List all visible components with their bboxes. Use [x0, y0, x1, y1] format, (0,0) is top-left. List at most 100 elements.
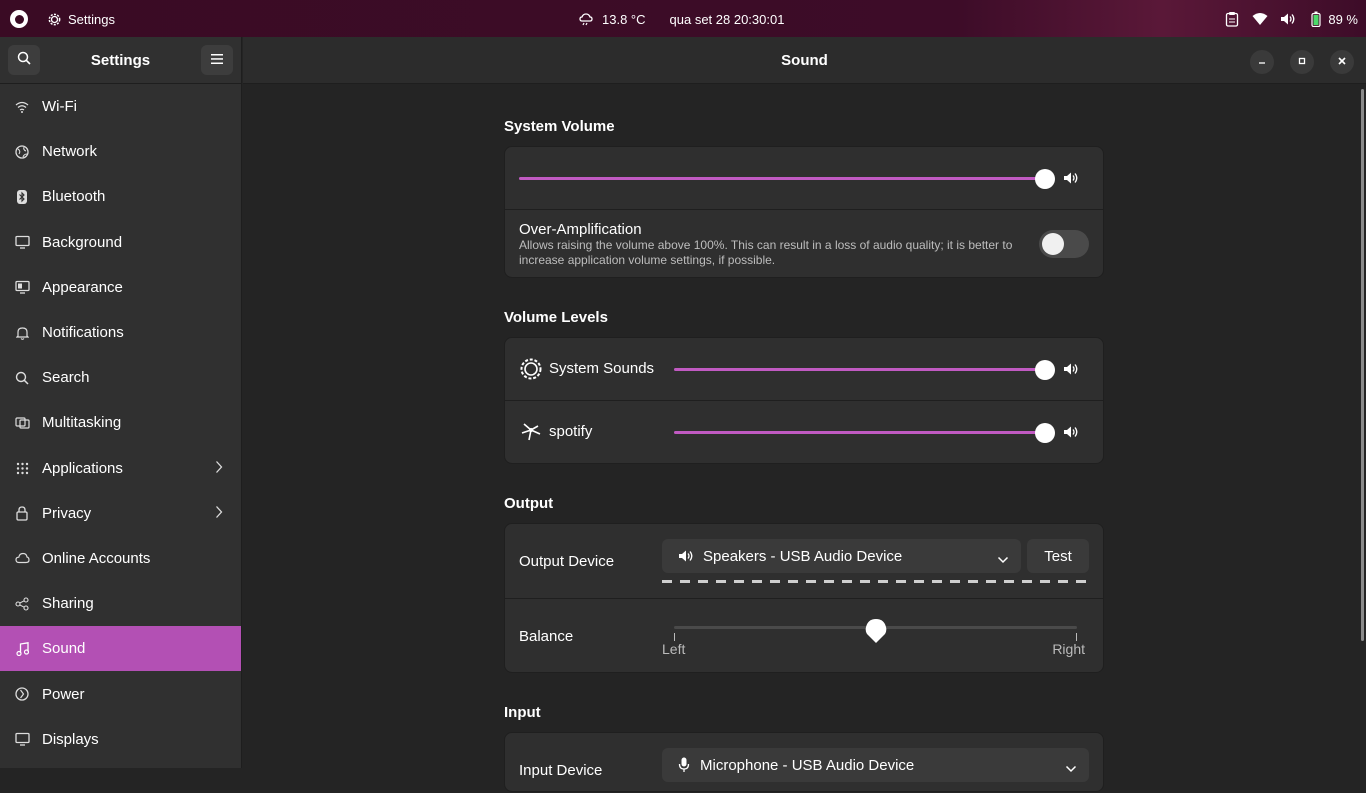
- battery-percent: 89 %: [1328, 11, 1358, 27]
- hamburger-icon: [211, 51, 223, 69]
- over-amplification-label: Over-Amplification: [519, 221, 642, 238]
- sidebar-item-notifications[interactable]: Notifications: [0, 310, 241, 355]
- balance-slider[interactable]: [674, 619, 1077, 643]
- speaker-icon[interactable]: [1062, 423, 1080, 441]
- sidebar-item-network[interactable]: Network: [0, 129, 241, 174]
- search-icon: [17, 51, 31, 70]
- output-device-value: Speakers - USB Audio Device: [703, 547, 903, 565]
- sidebar-item-sharing[interactable]: Sharing: [0, 581, 241, 626]
- sidebar-item-label: Online Accounts: [42, 549, 151, 567]
- description-line-2: increase application volume settings, if…: [519, 253, 776, 267]
- chevron-down-icon: [1065, 760, 1077, 777]
- system-tray[interactable]: 89 %: [1224, 11, 1358, 27]
- left-tick: [674, 633, 675, 641]
- sidebar-item-label: Network: [42, 143, 98, 161]
- slider-fill: [519, 177, 1045, 180]
- wifi-status-icon[interactable]: [1252, 11, 1268, 27]
- sidebar-item-search[interactable]: Search: [0, 355, 241, 400]
- window-controls: [1250, 50, 1354, 74]
- speaker-icon[interactable]: [1062, 360, 1080, 378]
- sidebar: Settings Wi-Fi Network Bluetooth Backgro…: [0, 37, 242, 768]
- input-device-label: Input Device: [519, 762, 603, 779]
- slider-fill: [674, 368, 1045, 371]
- activities-button[interactable]: [10, 10, 28, 28]
- weather-cloud-icon: [578, 11, 594, 27]
- minimize-icon: [1257, 53, 1267, 71]
- sidebar-item-displays[interactable]: Displays: [0, 717, 241, 762]
- slider-knob[interactable]: [1035, 422, 1055, 443]
- microphone-icon: [678, 757, 690, 773]
- sidebar-item-appearance[interactable]: Appearance: [0, 265, 241, 310]
- minimize-button[interactable]: [1250, 50, 1274, 74]
- test-button[interactable]: Test: [1027, 539, 1089, 573]
- main-header: Sound: [243, 37, 1366, 84]
- wifi-icon: [14, 99, 30, 115]
- search-button[interactable]: [8, 45, 40, 75]
- bell-icon: [14, 325, 30, 341]
- system-volume-row: [505, 147, 1103, 210]
- menu-button[interactable]: [201, 45, 233, 75]
- speaker-status-icon[interactable]: [1280, 11, 1296, 27]
- slider-knob[interactable]: [1035, 168, 1055, 189]
- input-heading: Input: [504, 704, 541, 721]
- speaker-icon[interactable]: [1062, 169, 1080, 187]
- volume-level-label: spotify: [549, 423, 593, 440]
- sidebar-item-label: Wi-Fi: [42, 98, 77, 116]
- palette-icon: [14, 279, 30, 295]
- datetime: qua set 28 20:30:01: [669, 11, 785, 27]
- display-icon: [14, 731, 30, 747]
- battery-icon: [1308, 11, 1324, 27]
- close-button[interactable]: [1330, 50, 1354, 74]
- balance-knob[interactable]: [865, 618, 887, 644]
- sidebar-item-multitasking[interactable]: Multitasking: [0, 400, 241, 445]
- sidebar-item-privacy[interactable]: Privacy: [0, 491, 241, 536]
- battery-indicator[interactable]: 89 %: [1308, 11, 1358, 27]
- spotify-slider[interactable]: [674, 422, 1055, 443]
- spotify-app-icon: [519, 420, 543, 449]
- balance-row: Balance Left Right: [505, 599, 1103, 673]
- sidebar-item-label: Displays: [42, 730, 99, 748]
- sidebar-item-label: Privacy: [42, 504, 92, 522]
- clock-area[interactable]: 13.8 °C qua set 28 20:30:01: [578, 11, 784, 27]
- scrollbar[interactable]: [1361, 89, 1364, 641]
- sidebar-item-sound[interactable]: Sound: [0, 626, 241, 672]
- sidebar-header: Settings: [0, 37, 241, 84]
- input-device-dropdown[interactable]: Microphone - USB Audio Device: [662, 748, 1089, 782]
- system-volume-slider[interactable]: [519, 168, 1055, 189]
- app-menu[interactable]: Settings: [46, 11, 115, 27]
- globe-icon: [14, 144, 30, 160]
- power-icon: [14, 686, 30, 702]
- volume-levels-heading: Volume Levels: [504, 309, 608, 326]
- maximize-button[interactable]: [1290, 50, 1314, 74]
- chevron-right-icon: [215, 505, 223, 523]
- sidebar-item-online-accounts[interactable]: Online Accounts: [0, 536, 241, 581]
- gear-icon: [46, 11, 62, 27]
- system-sounds-slider[interactable]: [674, 359, 1055, 380]
- sidebar-item-power[interactable]: Power: [0, 671, 241, 716]
- over-amplification-toggle[interactable]: [1039, 230, 1089, 258]
- sidebar-title: Settings: [90, 51, 151, 69]
- output-device-dropdown[interactable]: Speakers - USB Audio Device: [662, 539, 1021, 573]
- sidebar-item-background[interactable]: Background: [0, 220, 241, 265]
- input-device-row: Input Device Microphone - USB Audio Devi…: [505, 733, 1103, 793]
- lock-icon: [14, 505, 30, 521]
- bluetooth-icon: [14, 189, 30, 205]
- sidebar-list: Wi-Fi Network Bluetooth Background Appea…: [0, 84, 241, 762]
- speaker-icon: [678, 549, 694, 563]
- balance-label: Balance: [519, 628, 574, 645]
- sidebar-item-wifi[interactable]: Wi-Fi: [0, 84, 241, 129]
- system-volume-card: Over-Amplification Allows raising the vo…: [504, 146, 1104, 278]
- sidebar-item-label: Appearance: [42, 278, 123, 296]
- slider-knob[interactable]: [1035, 359, 1055, 380]
- sidebar-item-label: Bluetooth: [42, 188, 106, 206]
- clipboard-icon[interactable]: [1224, 11, 1240, 27]
- cloud-icon: [14, 550, 30, 566]
- balance-left-label: Left: [662, 641, 686, 657]
- maximize-icon: [1297, 53, 1307, 71]
- sidebar-item-applications[interactable]: Applications: [0, 446, 241, 491]
- main-panel: Sound System Volume Over-Amplification A…: [243, 37, 1366, 792]
- sidebar-item-bluetooth[interactable]: Bluetooth: [0, 174, 241, 219]
- balance-right-label: Right: [1052, 641, 1085, 657]
- monitor-icon: [14, 234, 30, 250]
- sidebar-item-label: Search: [42, 369, 90, 387]
